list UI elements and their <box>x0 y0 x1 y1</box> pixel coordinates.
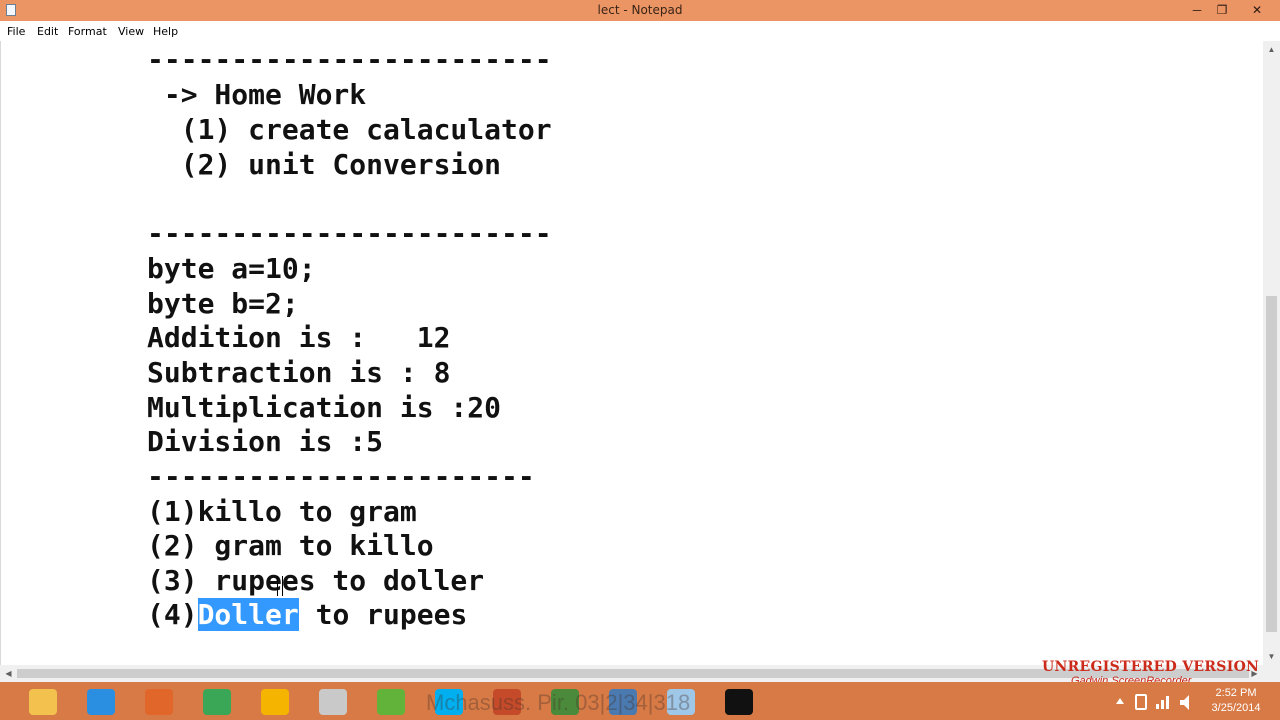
clock-date: 3/25/2014 <box>1211 702 1261 714</box>
close-button[interactable]: ✕ <box>1243 0 1271 21</box>
title-bar: lect - Notepad ─ ❐ ✕ <box>0 0 1280 21</box>
clock-time: 2:52 PM <box>1215 687 1257 699</box>
network-icon[interactable] <box>1156 704 1159 709</box>
system-clock[interactable]: 2:52 PM 3/25/2014 <box>1198 686 1274 716</box>
text-line: byte a=10; <box>147 252 316 285</box>
internet-explorer-icon <box>87 689 115 715</box>
file-explorer-icon <box>29 689 57 715</box>
watermark-main: UNREGISTERED VERSION <box>1042 659 1260 675</box>
minimize-button[interactable]: ─ <box>1183 0 1211 21</box>
text-line: ----------------------- <box>147 460 535 493</box>
maximize-button[interactable]: ❐ <box>1208 0 1236 21</box>
text-line: ------------------------ <box>147 43 552 76</box>
taskbar-button[interactable] <box>192 685 242 719</box>
cmd-icon <box>725 689 753 715</box>
text-line: (1) create calaculator <box>147 113 552 146</box>
text-line: Subtraction is : 8 <box>147 356 451 389</box>
text-line: -> Home Work <box>147 78 367 111</box>
scroll-down-arrow-icon[interactable]: ▼ <box>1263 648 1280 665</box>
firefox-icon <box>145 689 173 715</box>
window-title: lect - Notepad <box>597 3 683 17</box>
volume-icon[interactable] <box>1180 695 1189 710</box>
text-line: byte b=2; <box>147 287 299 320</box>
text-line: (4)Doller to rupees <box>147 598 467 632</box>
menu-edit[interactable]: Edit <box>37 25 58 38</box>
text-line: (3) rupees to doller <box>147 564 485 597</box>
menu-help[interactable]: Help <box>153 25 178 38</box>
action-center-icon[interactable] <box>1135 694 1147 710</box>
vertical-scroll-thumb[interactable] <box>1266 296 1277 632</box>
taskbar-button[interactable] <box>18 685 68 719</box>
text-line: (2) unit Conversion <box>147 148 502 181</box>
app-cvb-icon <box>319 689 347 715</box>
text-editor[interactable]: ------------------------ -> Home Work (1… <box>0 41 1264 665</box>
taskbar-button[interactable] <box>714 685 764 719</box>
taskbar-button[interactable] <box>250 685 300 719</box>
text-line: (2) gram to killo <box>147 529 434 562</box>
menu-bar: File Edit Format View Help <box>0 21 1280 42</box>
taskbar-ghost-text: Mchasuss. Pir. 03|2|34|318 <box>426 690 691 715</box>
scroll-left-arrow-icon[interactable]: ◀ <box>0 665 17 682</box>
taskbar-button[interactable] <box>366 685 416 719</box>
vertical-scrollbar[interactable]: ▲ ▼ <box>1263 41 1280 665</box>
system-tray <box>1116 694 1189 710</box>
app-yellow-icon <box>261 689 289 715</box>
taskbar-button[interactable] <box>76 685 126 719</box>
text-line: (1)killo to gram <box>147 495 417 528</box>
text-line: Division is :5 <box>147 425 384 458</box>
text-line: Addition is : 12 <box>147 321 451 354</box>
menu-format[interactable]: Format <box>68 25 107 38</box>
text-cursor-ibeam <box>277 576 283 596</box>
text-segment: to rupees <box>298 598 468 631</box>
show-hidden-icons-icon[interactable] <box>1116 698 1124 704</box>
text-segment: (4) <box>147 598 198 631</box>
selected-text[interactable]: Doller <box>197 598 299 631</box>
text-line: ------------------------ <box>147 217 552 250</box>
taskbar-button[interactable] <box>134 685 184 719</box>
menu-file[interactable]: File <box>7 25 25 38</box>
utorrent-icon <box>377 689 405 715</box>
taskbar-button[interactable] <box>308 685 358 719</box>
scroll-up-arrow-icon[interactable]: ▲ <box>1263 41 1280 58</box>
text-line: Multiplication is :20 <box>147 391 502 424</box>
chrome-icon <box>203 689 231 715</box>
menu-view[interactable]: View <box>118 25 144 38</box>
